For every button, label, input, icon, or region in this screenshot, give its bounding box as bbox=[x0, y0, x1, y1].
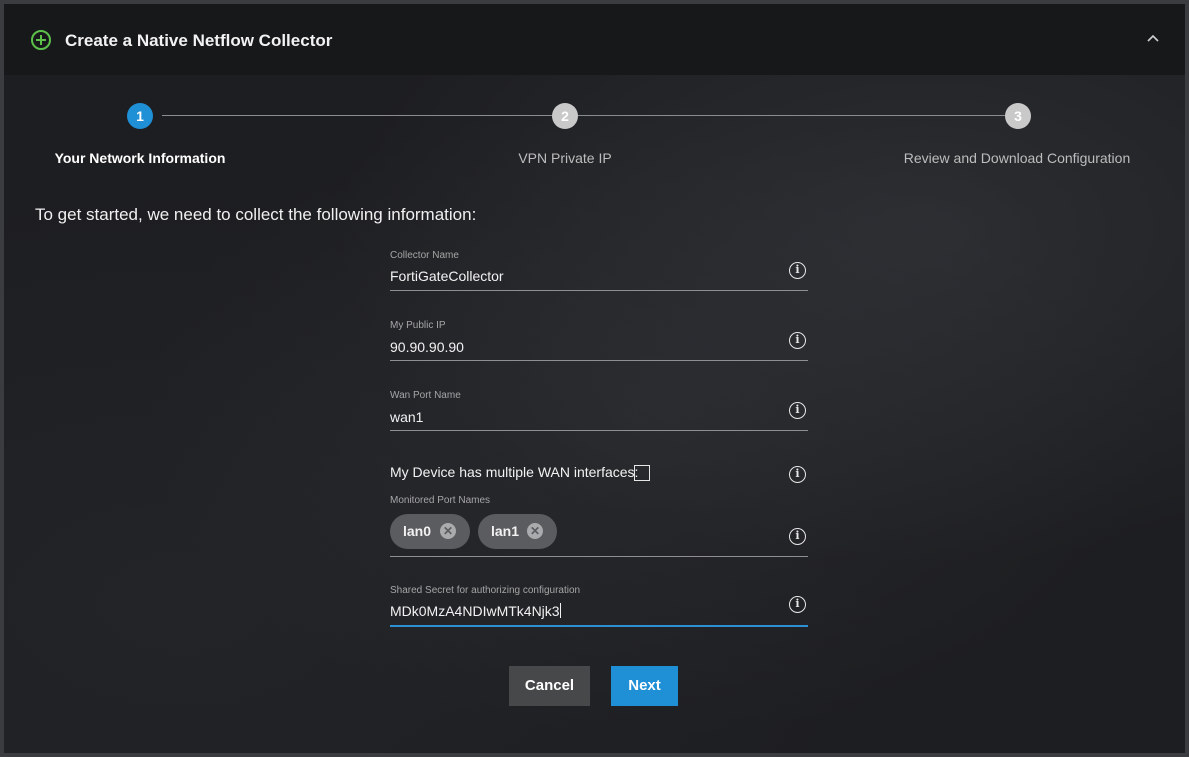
port-chip-lan0[interactable]: lan0 ✕ bbox=[390, 514, 470, 549]
multiple-wan-checkbox[interactable] bbox=[634, 465, 650, 481]
collector-name-field[interactable]: Collector Name FortiGateCollector i bbox=[390, 250, 808, 292]
plus-circle-icon bbox=[31, 30, 51, 50]
chip-label: lan1 bbox=[491, 523, 520, 539]
multiple-wan-label: My Device has multiple WAN interfaces: bbox=[390, 464, 639, 480]
chip-label: lan0 bbox=[403, 523, 432, 539]
dialog-header: Create a Native Netflow Collector bbox=[4, 4, 1185, 75]
dialog-title: Create a Native Netflow Collector bbox=[65, 31, 333, 50]
dialog-frame: Create a Native Netflow Collector 1 2 3 … bbox=[0, 0, 1189, 757]
collector-name-label: Collector Name bbox=[390, 250, 459, 261]
info-icon[interactable]: i bbox=[789, 596, 806, 613]
port-chip-lan1[interactable]: lan1 ✕ bbox=[478, 514, 557, 549]
cancel-button[interactable]: Cancel bbox=[509, 666, 590, 706]
remove-chip-icon[interactable]: ✕ bbox=[527, 523, 543, 539]
next-button[interactable]: Next bbox=[611, 666, 678, 706]
chevron-up-icon[interactable] bbox=[1147, 33, 1159, 45]
public-ip-label: My Public IP bbox=[390, 320, 446, 331]
wan-port-underline bbox=[390, 430, 808, 431]
monitored-ports-underline bbox=[390, 556, 808, 557]
public-ip-field[interactable]: My Public IP 90.90.90.90 i bbox=[390, 320, 808, 362]
shared-secret-underline bbox=[390, 625, 808, 627]
step-connector-2 bbox=[578, 115, 1006, 116]
info-icon[interactable]: i bbox=[789, 402, 806, 419]
shared-secret-input[interactable]: MDk0MzA4NDIwMTk4Njk3 bbox=[390, 603, 561, 619]
step-1-label: Your Network Information bbox=[54, 150, 226, 166]
multiple-wan-row: My Device has multiple WAN interfaces: i bbox=[390, 464, 808, 486]
monitored-ports-field[interactable]: Monitored Port Names lan0 ✕ lan1 ✕ i bbox=[390, 495, 808, 557]
step-3-label: Review and Download Configuration bbox=[903, 150, 1131, 166]
info-icon[interactable]: i bbox=[789, 466, 806, 483]
shared-secret-value: MDk0MzA4NDIwMTk4Njk3 bbox=[390, 603, 560, 619]
public-ip-underline bbox=[390, 360, 808, 361]
step-2-label: VPN Private IP bbox=[518, 150, 612, 166]
info-icon[interactable]: i bbox=[789, 332, 806, 349]
collector-name-input[interactable]: FortiGateCollector bbox=[390, 268, 504, 284]
wan-port-label: Wan Port Name bbox=[390, 390, 461, 401]
wan-port-input[interactable]: wan1 bbox=[390, 409, 423, 425]
wan-port-field[interactable]: Wan Port Name wan1 i bbox=[390, 390, 808, 432]
remove-chip-icon[interactable]: ✕ bbox=[440, 523, 456, 539]
text-cursor bbox=[559, 603, 561, 618]
monitored-ports-label: Monitored Port Names bbox=[390, 495, 491, 506]
collector-name-underline bbox=[390, 290, 808, 291]
step-2-indicator: 2 bbox=[552, 103, 578, 129]
info-icon[interactable]: i bbox=[789, 528, 806, 545]
info-icon[interactable]: i bbox=[789, 262, 806, 279]
shared-secret-label: Shared Secret for authorizing configurat… bbox=[390, 585, 581, 596]
shared-secret-field[interactable]: Shared Secret for authorizing configurat… bbox=[390, 585, 808, 629]
public-ip-input[interactable]: 90.90.90.90 bbox=[390, 339, 464, 355]
intro-text: To get started, we need to collect the f… bbox=[35, 205, 477, 224]
step-connector-1 bbox=[162, 115, 552, 116]
step-1-indicator: 1 bbox=[127, 103, 153, 129]
step-3-indicator: 3 bbox=[1005, 103, 1031, 129]
